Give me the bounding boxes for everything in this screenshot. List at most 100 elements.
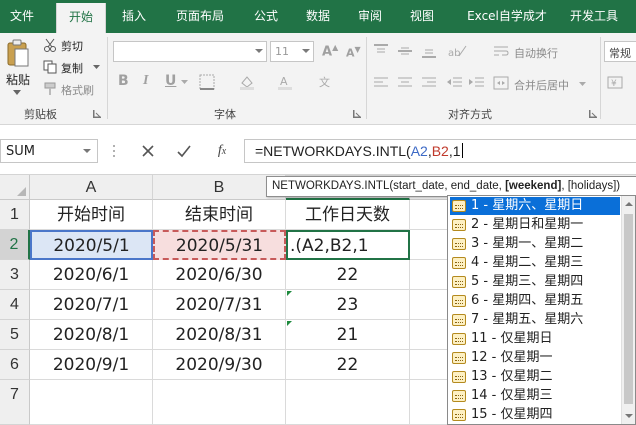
- autocomplete-item[interactable]: 3 - 星期一、星期二: [450, 235, 620, 253]
- cell-b6[interactable]: 2020/9/30: [153, 350, 286, 380]
- cell-a3[interactable]: 2020/6/1: [30, 260, 153, 290]
- cell-c4[interactable]: 23: [286, 290, 410, 320]
- merge-dropdown-icon[interactable]: [578, 81, 586, 87]
- row-header-4[interactable]: 4: [0, 290, 30, 320]
- cancel-icon[interactable]: [140, 143, 156, 159]
- merge-center-icon[interactable]: [492, 75, 510, 91]
- cell-c5[interactable]: 21: [286, 320, 410, 350]
- row-header-3[interactable]: 3: [0, 260, 30, 290]
- wrap-text-button[interactable]: 自动换行: [514, 45, 558, 61]
- paste-button[interactable]: 粘贴: [6, 71, 30, 88]
- tab-home[interactable]: 开始: [56, 3, 106, 33]
- phonetic-icon[interactable]: 文: [318, 74, 336, 90]
- orientation-icon[interactable]: ab: [446, 43, 468, 59]
- cell-a4[interactable]: 2020/7/1: [30, 290, 153, 320]
- enter-icon[interactable]: [176, 143, 192, 159]
- copy-icon[interactable]: [42, 59, 58, 75]
- bold-button[interactable]: B: [118, 73, 129, 89]
- error-indicator-icon[interactable]: [287, 321, 292, 326]
- tab-formulas[interactable]: 公式: [244, 0, 288, 33]
- decrease-indent-icon[interactable]: [446, 75, 464, 91]
- tab-developer[interactable]: 开发工具: [564, 0, 624, 33]
- fill-color-icon[interactable]: [238, 74, 256, 90]
- error-indicator-icon[interactable]: [287, 291, 292, 296]
- autocomplete-item[interactable]: 14 - 仅星期三: [450, 387, 620, 405]
- cell-c6[interactable]: 22: [286, 350, 410, 380]
- underline-dropdown-icon[interactable]: [180, 79, 188, 85]
- currency-icon[interactable]: ¥: [606, 75, 630, 91]
- cell-b4[interactable]: 2020/7/31: [153, 290, 286, 320]
- cell-a1[interactable]: 开始时间: [30, 200, 153, 230]
- cell-b1[interactable]: 结束时间: [153, 200, 286, 230]
- autocomplete-item[interactable]: 7 - 星期五、星期六: [450, 311, 620, 329]
- font-color-icon[interactable]: A: [276, 74, 294, 90]
- increase-indent-icon[interactable]: [468, 75, 486, 91]
- weekend-autocomplete-list[interactable]: 1 - 星期六、星期日 2 - 星期日和星期一 3 - 星期一、星期二 4 - …: [447, 195, 636, 425]
- row-header-1[interactable]: 1: [0, 200, 30, 230]
- autocomplete-item[interactable]: 5 - 星期三、星期四: [450, 273, 620, 291]
- tab-file[interactable]: 文件: [0, 0, 44, 33]
- formula-input[interactable]: =NETWORKDAYS.INTL(A2,B2,1: [244, 139, 636, 163]
- tab-insert[interactable]: 插入: [112, 0, 156, 33]
- autocomplete-item[interactable]: 6 - 星期四、星期五: [450, 292, 620, 310]
- select-all-button[interactable]: [0, 175, 30, 200]
- cell-a2[interactable]: 2020/5/1: [30, 230, 153, 260]
- cell-b3[interactable]: 2020/6/30: [153, 260, 286, 290]
- tab-data[interactable]: 数据: [296, 0, 340, 33]
- number-format-combo[interactable]: 常规: [604, 41, 636, 62]
- border-icon[interactable]: [198, 74, 216, 90]
- autocomplete-item[interactable]: 12 - 仅星期一: [450, 349, 620, 367]
- cell-a5[interactable]: 2020/8/1: [30, 320, 153, 350]
- autocomplete-item[interactable]: 13 - 仅星期二: [450, 368, 620, 386]
- autocomplete-item[interactable]: 15 - 仅星期四: [450, 406, 620, 424]
- align-top-icon[interactable]: [372, 43, 390, 59]
- align-bottom-icon[interactable]: [420, 43, 438, 59]
- scrollbar-thumb[interactable]: [624, 214, 633, 404]
- paste-dropdown-icon[interactable]: [12, 89, 22, 95]
- cell-b5[interactable]: 2020/8/31: [153, 320, 286, 350]
- autocomplete-item[interactable]: 4 - 星期二、星期三: [450, 254, 620, 272]
- merge-center-button[interactable]: 合并后居中: [514, 77, 569, 93]
- cell-b7[interactable]: [153, 380, 286, 425]
- autocomplete-item[interactable]: 1 - 星期六、星期日: [450, 197, 620, 215]
- autocomplete-item[interactable]: 11 - 仅星期日: [450, 330, 620, 348]
- clipboard-launcher-icon[interactable]: [92, 109, 101, 118]
- italic-button[interactable]: I: [143, 73, 148, 89]
- insert-function-icon[interactable]: fx: [212, 141, 232, 161]
- paste-icon[interactable]: [6, 39, 30, 69]
- cell-b2[interactable]: 2020/5/31: [153, 230, 286, 260]
- cell-c2-editing[interactable]: .(A2,B2,1: [286, 230, 410, 260]
- increase-font-icon[interactable]: A▲: [322, 43, 338, 59]
- row-header-5[interactable]: 5: [0, 320, 30, 350]
- scroll-up-icon[interactable]: [625, 202, 633, 206]
- row-header-2[interactable]: 2: [0, 230, 30, 260]
- copy-dropdown-icon[interactable]: [92, 64, 100, 70]
- cut-button[interactable]: 剪切: [61, 38, 83, 54]
- scroll-down-icon[interactable]: [625, 414, 633, 418]
- cell-c7[interactable]: [286, 380, 410, 425]
- row-header-7[interactable]: 7: [0, 380, 30, 425]
- font-name-combo[interactable]: [113, 41, 267, 62]
- copy-button[interactable]: 复制: [61, 60, 83, 76]
- row-header-6[interactable]: 6: [0, 350, 30, 380]
- cell-a6[interactable]: 2020/9/1: [30, 350, 153, 380]
- wrap-text-icon[interactable]: [492, 43, 510, 59]
- decrease-font-icon[interactable]: A▼: [346, 45, 361, 60]
- cell-a7[interactable]: [30, 380, 153, 425]
- autocomplete-scrollbar[interactable]: [621, 196, 635, 424]
- font-launcher-icon[interactable]: [352, 109, 361, 118]
- align-right-icon[interactable]: [420, 75, 438, 91]
- align-middle-icon[interactable]: [396, 43, 414, 59]
- cut-icon[interactable]: [42, 37, 58, 53]
- tab-review[interactable]: 审阅: [350, 0, 390, 33]
- tab-page-layout[interactable]: 页面布局: [164, 0, 236, 33]
- column-header-a[interactable]: A: [30, 175, 153, 200]
- tab-view[interactable]: 视图: [402, 0, 442, 33]
- cell-c1[interactable]: 工作日天数: [286, 200, 410, 230]
- font-size-combo[interactable]: 11: [270, 41, 314, 62]
- cell-c3[interactable]: 22: [286, 260, 410, 290]
- align-center-icon[interactable]: [396, 75, 414, 91]
- name-box[interactable]: SUM: [0, 139, 98, 163]
- format-painter-button[interactable]: 格式刷: [61, 82, 94, 98]
- alignment-launcher-icon[interactable]: [588, 109, 597, 118]
